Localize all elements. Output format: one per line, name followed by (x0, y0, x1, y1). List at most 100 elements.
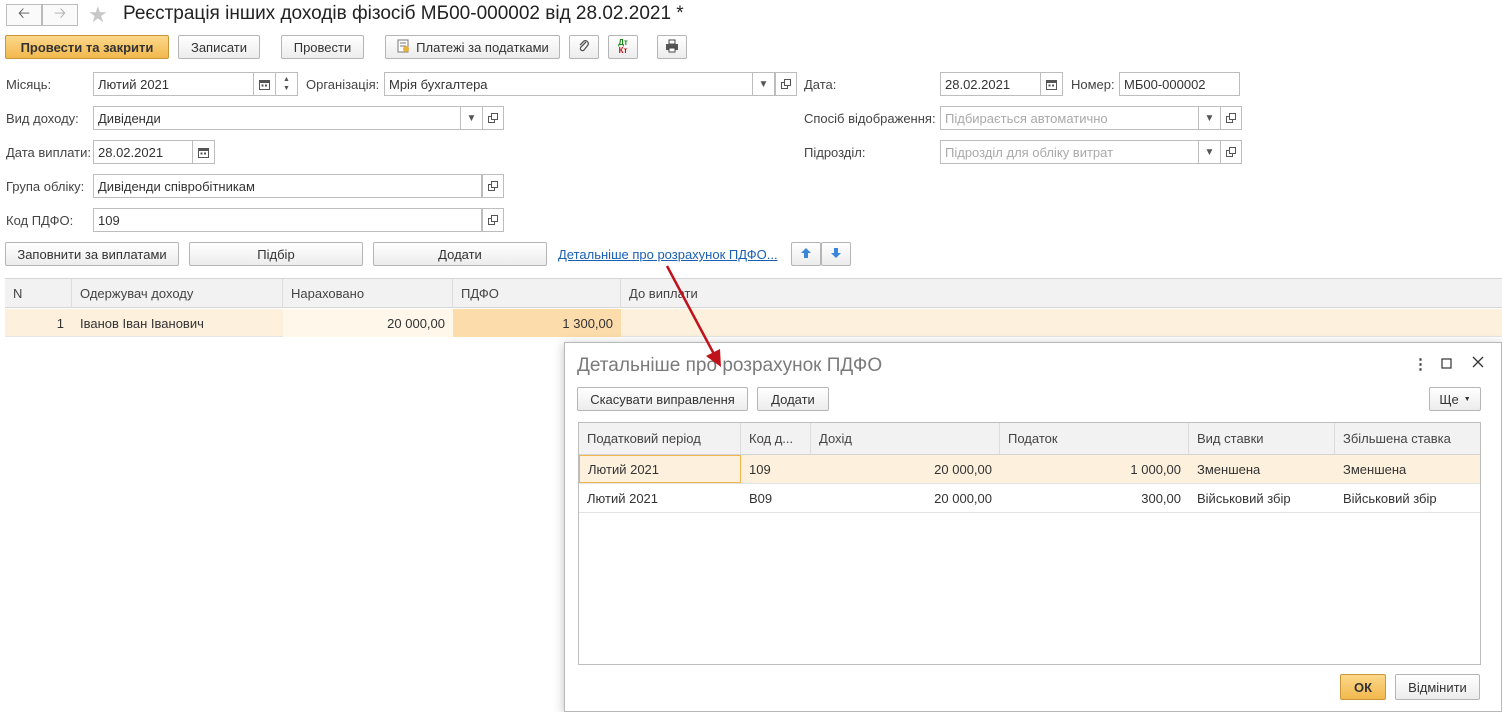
table-header: N Одержувач доходу Нараховано ПДФО До ви… (5, 278, 1502, 308)
pick-button[interactable]: Підбір (189, 242, 363, 266)
favorite-star-icon[interactable]: ★ (88, 2, 108, 28)
chevron-down-icon: ▼ (758, 78, 769, 90)
date-calendar-button[interactable] (1041, 72, 1063, 96)
open-window-icon (488, 113, 498, 123)
income-type-field[interactable]: Дивіденди (93, 106, 461, 130)
division-open-button[interactable] (1220, 140, 1242, 164)
pay-date-calendar-button[interactable] (193, 140, 215, 164)
table-row[interactable]: 1 Іванов Іван Іванович 20 000,00 1 300,0… (5, 309, 1502, 337)
chevron-down-icon: ▼ (1204, 146, 1215, 158)
cancel-button[interactable]: Відмінити (1395, 674, 1480, 700)
post-button[interactable]: Провести (281, 35, 364, 59)
division-label: Підрозділ: (804, 145, 866, 160)
chevron-down-icon: ▼ (1204, 112, 1215, 124)
display-method-dropdown-button[interactable]: ▼ (1199, 106, 1221, 130)
organization-field[interactable]: Мрія бухгалтера (384, 72, 753, 96)
page-title: Реєстрація інших доходів фізосіб МБ00-00… (123, 3, 684, 24)
pay-date-label: Дата виплати: (6, 145, 91, 160)
move-down-button[interactable] (821, 242, 851, 266)
tax-payments-label: Платежі за податками (416, 39, 549, 55)
cell-increased-rate: Військовий збір (1343, 490, 1437, 506)
attach-button[interactable] (569, 35, 599, 59)
dialog-add-button[interactable]: Додати (757, 387, 829, 411)
cell-period: Лютий 2021 (587, 490, 659, 506)
more-label: Ще (1439, 391, 1459, 407)
organization-open-button[interactable] (775, 72, 797, 96)
column-rate-type[interactable]: Вид ставки (1189, 423, 1335, 454)
number-field[interactable]: МБ00-000002 (1119, 72, 1240, 96)
more-button[interactable]: Ще ▼ (1429, 387, 1481, 411)
close-icon[interactable] (1472, 355, 1484, 373)
cell-rate-type: Зменшена (1197, 461, 1261, 477)
organization-dropdown-button[interactable]: ▼ (753, 72, 775, 96)
income-type-open-button[interactable] (482, 106, 504, 130)
division-dropdown-button[interactable]: ▼ (1199, 140, 1221, 164)
column-to-pay[interactable]: До виплати (621, 279, 1502, 308)
month-label: Місяць: (6, 77, 52, 92)
table-row[interactable]: Лютий 2021 В09 20 000,00 300,00 Військов… (579, 484, 1480, 513)
display-method-field[interactable]: Підбирається автоматично (940, 106, 1199, 130)
table-row[interactable]: Лютий 2021 109 20 000,00 1 000,00 Зменше… (579, 455, 1480, 484)
pdfo-details-link[interactable]: Детальніше про розрахунок ПДФО... (558, 247, 778, 262)
division-field[interactable]: Підрозділ для обліку витрат (940, 140, 1199, 164)
pay-date-field[interactable]: 28.02.2021 (93, 140, 193, 164)
arrow-down-icon (830, 247, 842, 262)
open-window-icon (488, 215, 498, 225)
column-tax-period[interactable]: Податковий період (579, 423, 741, 454)
column-n[interactable]: N (5, 279, 72, 308)
open-window-icon (781, 79, 791, 89)
account-group-label: Група обліку: (6, 179, 85, 194)
pdfo-code-open-button[interactable] (482, 208, 504, 232)
move-up-button[interactable] (791, 242, 821, 266)
add-button[interactable]: Додати (373, 242, 547, 266)
post-and-close-button[interactable]: Провести та закрити (5, 35, 169, 59)
cell-code: 109 (749, 461, 771, 477)
month-field[interactable]: Лютий 2021 (93, 72, 254, 96)
fill-by-payments-button[interactable]: Заповнити за виплатами (5, 242, 179, 266)
forward-button[interactable]: 🡢 (42, 4, 78, 26)
display-method-open-button[interactable] (1220, 106, 1242, 130)
tax-payments-button[interactable]: Платежі за податками (385, 35, 560, 59)
dialog-table-header: Податковий період Код д... Дохід Податок… (579, 423, 1480, 455)
chevron-down-icon: ▼ (283, 85, 290, 92)
column-accrued[interactable]: Нараховано (283, 279, 453, 308)
save-button[interactable]: Записати (178, 35, 260, 59)
column-increased-rate[interactable]: Збільшена ставка (1335, 423, 1480, 454)
column-recipient[interactable]: Одержувач доходу (72, 279, 283, 308)
cancel-correction-button[interactable]: Скасувати виправлення (577, 387, 748, 411)
column-income[interactable]: Дохід (811, 423, 1000, 454)
cell-period[interactable]: Лютий 2021 (579, 455, 741, 483)
row-accrued: 20 000,00 (283, 309, 453, 337)
chevron-up-icon: ▲ (283, 76, 290, 83)
ok-button[interactable]: ОК (1340, 674, 1386, 700)
row-to-pay (621, 309, 1502, 337)
cell-code: В09 (749, 490, 773, 506)
maximize-icon[interactable] (1441, 356, 1452, 374)
row-n: 1 (56, 315, 64, 331)
month-stepper[interactable]: ▲ ▼ (276, 72, 298, 96)
cell-income: 20 000,00 (934, 490, 992, 506)
column-pdfo[interactable]: ПДФО (453, 279, 621, 308)
account-group-open-button[interactable] (482, 174, 504, 198)
display-method-label: Спосіб відображення: (804, 111, 936, 126)
calendar-icon (198, 147, 209, 158)
column-tax[interactable]: Податок (1000, 423, 1189, 454)
chevron-down-icon: ▼ (1463, 395, 1471, 403)
account-group-field[interactable]: Дивіденди співробітникам (93, 174, 482, 198)
calendar-icon (1046, 79, 1057, 90)
print-button[interactable] (657, 35, 687, 59)
dtkt-button[interactable]: Дт Кт (608, 35, 638, 59)
dtkt-icon: Дт Кт (618, 38, 628, 55)
month-calendar-button[interactable] (254, 72, 276, 96)
back-button[interactable]: 🡠 (6, 4, 42, 26)
date-field[interactable]: 28.02.2021 (940, 72, 1041, 96)
cell-income: 20 000,00 (934, 461, 992, 477)
income-type-dropdown-button[interactable]: ▼ (461, 106, 483, 130)
chevron-down-icon: ▼ (466, 112, 477, 124)
printer-icon (665, 39, 679, 56)
income-type-label: Вид доходу: (6, 111, 79, 126)
cell-rate-type: Військовий збір (1197, 490, 1291, 506)
more-options-icon[interactable]: ⋮ (1413, 355, 1428, 373)
column-income-code[interactable]: Код д... (741, 423, 811, 454)
pdfo-code-field[interactable]: 109 (93, 208, 482, 232)
